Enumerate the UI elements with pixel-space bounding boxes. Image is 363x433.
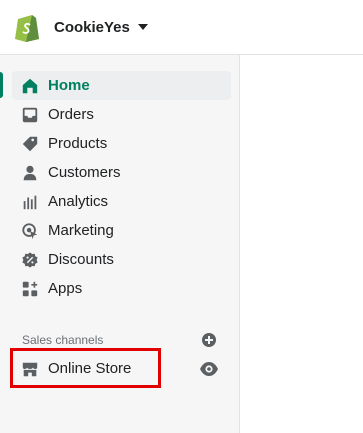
inbox-icon: [20, 105, 40, 125]
plus-circle-icon[interactable]: [201, 332, 217, 348]
top-bar: CookieYes: [0, 0, 363, 55]
sidebar-item-label: Apps: [48, 280, 83, 297]
apps-grid-icon: [20, 279, 40, 299]
sidebar-item-label: Orders: [48, 106, 94, 123]
main-content: [240, 55, 363, 433]
sidebar-item-orders[interactable]: Orders: [12, 100, 231, 129]
store-switcher[interactable]: CookieYes: [14, 12, 148, 42]
sidebar-item-home[interactable]: Home: [12, 71, 231, 100]
active-indicator: [0, 72, 3, 98]
store-icon: [20, 359, 40, 379]
sidebar-item-label: Home: [48, 77, 90, 94]
home-icon: [20, 76, 40, 96]
sidebar-item-label: Products: [48, 135, 108, 152]
eye-icon[interactable]: [199, 361, 219, 377]
sidebar-item-label: Marketing: [48, 222, 114, 239]
sidebar-item-products[interactable]: Products: [12, 129, 231, 158]
bar-chart-icon: [20, 192, 40, 212]
sidebar-item-analytics[interactable]: Analytics: [12, 187, 231, 216]
sidebar-item-marketing[interactable]: Marketing: [12, 216, 231, 245]
sidebar-item-label: Online Store: [48, 360, 132, 377]
store-name: CookieYes: [54, 18, 130, 36]
sales-channels-heading: Sales channels: [22, 333, 104, 347]
chevron-down-icon: [137, 24, 148, 30]
target-icon: [20, 221, 40, 241]
tag-icon: [20, 134, 40, 154]
sidebar: Home Orders Products Customers Analytics…: [0, 55, 240, 433]
sidebar-item-apps[interactable]: Apps: [12, 274, 231, 303]
sidebar-item-discounts[interactable]: Discounts: [12, 245, 231, 274]
sidebar-item-label: Analytics: [48, 193, 109, 210]
sidebar-item-customers[interactable]: Customers: [12, 158, 231, 187]
sidebar-item-label: Customers: [48, 164, 121, 181]
shopify-logo-icon: [15, 15, 39, 42]
discount-icon: [20, 250, 40, 270]
person-icon: [20, 163, 40, 183]
sidebar-item-label: Discounts: [48, 251, 114, 268]
